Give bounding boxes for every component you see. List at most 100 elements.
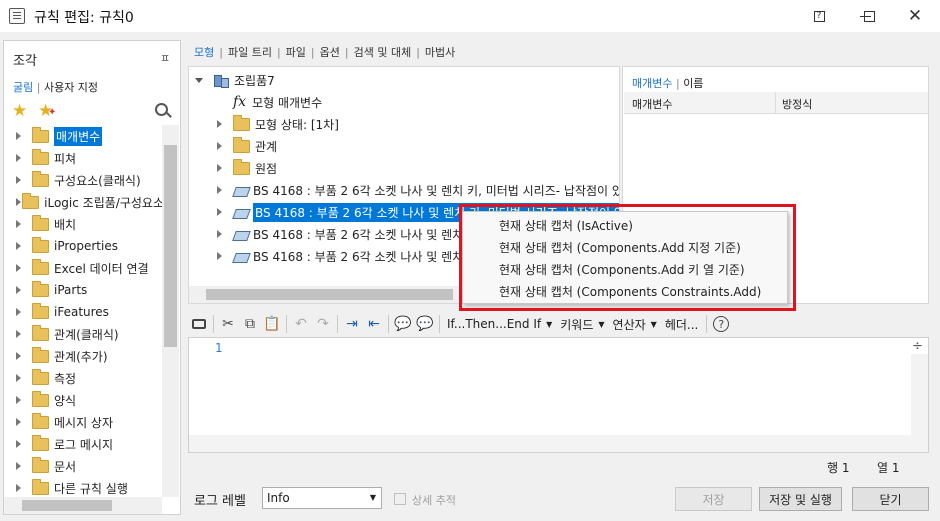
expand-arrow-icon[interactable] xyxy=(215,119,225,129)
restore-button[interactable] xyxy=(846,0,892,32)
expand-arrow-icon[interactable] xyxy=(14,219,24,229)
tree-item-run-other-rule[interactable]: 다른 규칙 실행 xyxy=(4,477,162,497)
model-tree-item[interactable]: 관계 xyxy=(215,135,277,157)
expand-arrow-icon[interactable] xyxy=(14,373,24,383)
copy-icon[interactable]: ⧉ xyxy=(239,313,261,335)
expand-arrow-icon[interactable] xyxy=(14,329,24,339)
tab-files[interactable]: 파일 xyxy=(282,44,310,60)
expand-arrow-icon[interactable] xyxy=(14,241,24,251)
tree-item-components-classic[interactable]: 구성요소(클래식) xyxy=(4,169,162,191)
operator-menu[interactable]: 연산자 xyxy=(613,316,646,333)
tree-item-iproperties[interactable]: iProperties xyxy=(4,235,162,257)
if-then-button[interactable]: If...Then...End If xyxy=(447,317,541,331)
collapse-arrow-icon[interactable] xyxy=(195,75,205,85)
model-tree-item[interactable]: 모형 상태: [1차] xyxy=(215,113,339,135)
code-editor[interactable]: 1 ÷ xyxy=(188,337,929,453)
expand-arrow-icon[interactable] xyxy=(14,153,24,163)
expand-arrow-icon[interactable] xyxy=(14,483,24,493)
chevron-down-icon[interactable]: ▼ xyxy=(651,320,657,329)
tree-item-message-box[interactable]: 메시지 상자 xyxy=(4,411,162,433)
expand-arrow-icon[interactable] xyxy=(14,263,24,273)
undo-icon[interactable]: ↶ xyxy=(290,313,312,335)
tab-file-tree[interactable]: 파일 트리 xyxy=(224,44,276,60)
expand-arrow-icon[interactable] xyxy=(14,461,24,471)
header-button[interactable]: 헤더... xyxy=(665,316,699,333)
uncomment-icon[interactable]: 💬 xyxy=(414,313,436,335)
tree-item-parameters[interactable]: 매개변수 xyxy=(4,125,162,147)
expand-arrow-icon[interactable] xyxy=(215,251,225,261)
model-tree-item[interactable]: BS 4168 : 부품 2 6각 소켓 나사 및 렌치 키, 미터법 시리즈-… xyxy=(215,179,619,201)
paste-icon[interactable]: 📋 xyxy=(261,313,283,335)
save-button[interactable]: 저장 xyxy=(675,487,752,511)
tab-wizards[interactable]: 마법사 xyxy=(421,44,459,60)
tab-options[interactable]: 옵션 xyxy=(316,44,344,60)
editor-vertical-scrollbar[interactable] xyxy=(911,354,928,452)
cut-icon[interactable]: ✂ xyxy=(217,313,239,335)
model-tree-item[interactable]: fx 모형 매개변수 xyxy=(233,91,322,113)
keyword-menu[interactable]: 키워드 xyxy=(560,316,593,333)
tree-item-ilogic-assembly[interactable]: iLogic 조립품/구성요소 xyxy=(4,191,162,213)
search-icon[interactable] xyxy=(155,103,172,118)
subtab-names[interactable]: 이름 xyxy=(683,77,703,90)
chevron-down-icon[interactable]: ▼ xyxy=(546,320,552,329)
tree-item-excel[interactable]: Excel 데이터 연결 xyxy=(4,257,162,279)
tree-item-relations-classic[interactable]: 관계(클래식) xyxy=(4,323,162,345)
expand-arrow-icon[interactable] xyxy=(215,229,225,239)
snippet-vertical-scrollbar[interactable] xyxy=(162,125,179,497)
close-window-button[interactable]: ✕ xyxy=(892,0,938,32)
tree-item-features[interactable]: 피쳐 xyxy=(4,147,162,169)
expand-arrow-icon[interactable] xyxy=(14,175,24,185)
expand-arrow-icon[interactable] xyxy=(14,395,24,405)
indent-icon[interactable]: ⇥ xyxy=(341,313,363,335)
expand-arrow-icon[interactable] xyxy=(14,439,24,449)
tree-item-placement[interactable]: 배치 xyxy=(4,213,162,235)
expand-arrow-icon[interactable] xyxy=(14,417,24,427)
expand-arrow-icon[interactable] xyxy=(14,307,24,317)
print-icon[interactable] xyxy=(188,313,210,335)
help-circle-icon[interactable]: ? xyxy=(710,313,732,335)
scrollbar-thumb[interactable] xyxy=(164,145,177,347)
expand-arrow-icon[interactable] xyxy=(14,131,24,141)
split-editor-icon[interactable]: ÷ xyxy=(912,339,923,354)
tree-item-relations-added[interactable]: 관계(추가) xyxy=(4,345,162,367)
model-tree-item[interactable]: BS 4168 : 부품 2 6각 소켓 나사 및 렌치 키 xyxy=(215,245,478,267)
detail-trace-checkbox[interactable] xyxy=(394,493,406,505)
close-button[interactable]: 닫기 xyxy=(852,487,929,511)
expand-arrow-icon[interactable] xyxy=(215,207,225,217)
subtab-custom[interactable]: 사용자 지정 xyxy=(44,81,98,94)
subtab-system[interactable]: 굴림 xyxy=(13,81,33,94)
expand-arrow-icon[interactable] xyxy=(215,163,225,173)
subtab-parameters[interactable]: 매개변수 xyxy=(632,77,672,90)
scrollbar-thumb[interactable] xyxy=(206,289,453,300)
star-add-icon[interactable]: ★ ✦ xyxy=(38,101,56,121)
expand-arrow-icon[interactable] xyxy=(215,141,225,151)
model-tree-item[interactable]: 원점 xyxy=(215,157,277,179)
column-header-parameter[interactable]: 매개변수 xyxy=(632,96,672,112)
column-header-equation[interactable]: 방정식 xyxy=(782,96,812,112)
star-icon[interactable]: ★ xyxy=(12,101,27,121)
redo-icon[interactable]: ↷ xyxy=(312,313,334,335)
model-tree-item[interactable]: BS 4168 : 부품 2 6각 소켓 나사 및 렌치 키 xyxy=(215,223,478,245)
expand-arrow-icon[interactable] xyxy=(14,351,24,361)
tree-item-forms[interactable]: 양식 xyxy=(4,389,162,411)
tree-item-document[interactable]: 문서 xyxy=(4,455,162,477)
log-level-select[interactable]: Info ▼ xyxy=(262,487,382,509)
tree-item-measure[interactable]: 측정 xyxy=(4,367,162,389)
tree-item-log-message[interactable]: 로그 메시지 xyxy=(4,433,162,455)
tree-item-iparts[interactable]: iParts xyxy=(4,279,162,301)
outdent-icon[interactable]: ⇤ xyxy=(363,313,385,335)
tab-search-replace[interactable]: 검색 및 대체 xyxy=(350,44,416,60)
chevron-down-icon[interactable]: ▼ xyxy=(598,320,604,329)
pin-icon[interactable]: ㅍ xyxy=(160,50,170,66)
expand-arrow-icon[interactable] xyxy=(14,285,24,295)
scrollbar-thumb[interactable] xyxy=(22,500,112,511)
comment-icon[interactable]: 💬 xyxy=(392,313,414,335)
snippet-horizontal-scrollbar[interactable] xyxy=(4,497,162,514)
help-button[interactable]: ? xyxy=(796,0,842,32)
expand-arrow-icon[interactable] xyxy=(215,185,225,195)
save-and-run-button[interactable]: 저장 및 실행 xyxy=(759,487,842,511)
editor-horizontal-scrollbar[interactable] xyxy=(189,435,911,452)
tab-model[interactable]: 모형 xyxy=(190,44,218,60)
model-tree-root[interactable]: 조립품7 xyxy=(195,69,275,91)
tree-item-ifeatures[interactable]: iFeatures xyxy=(4,301,162,323)
